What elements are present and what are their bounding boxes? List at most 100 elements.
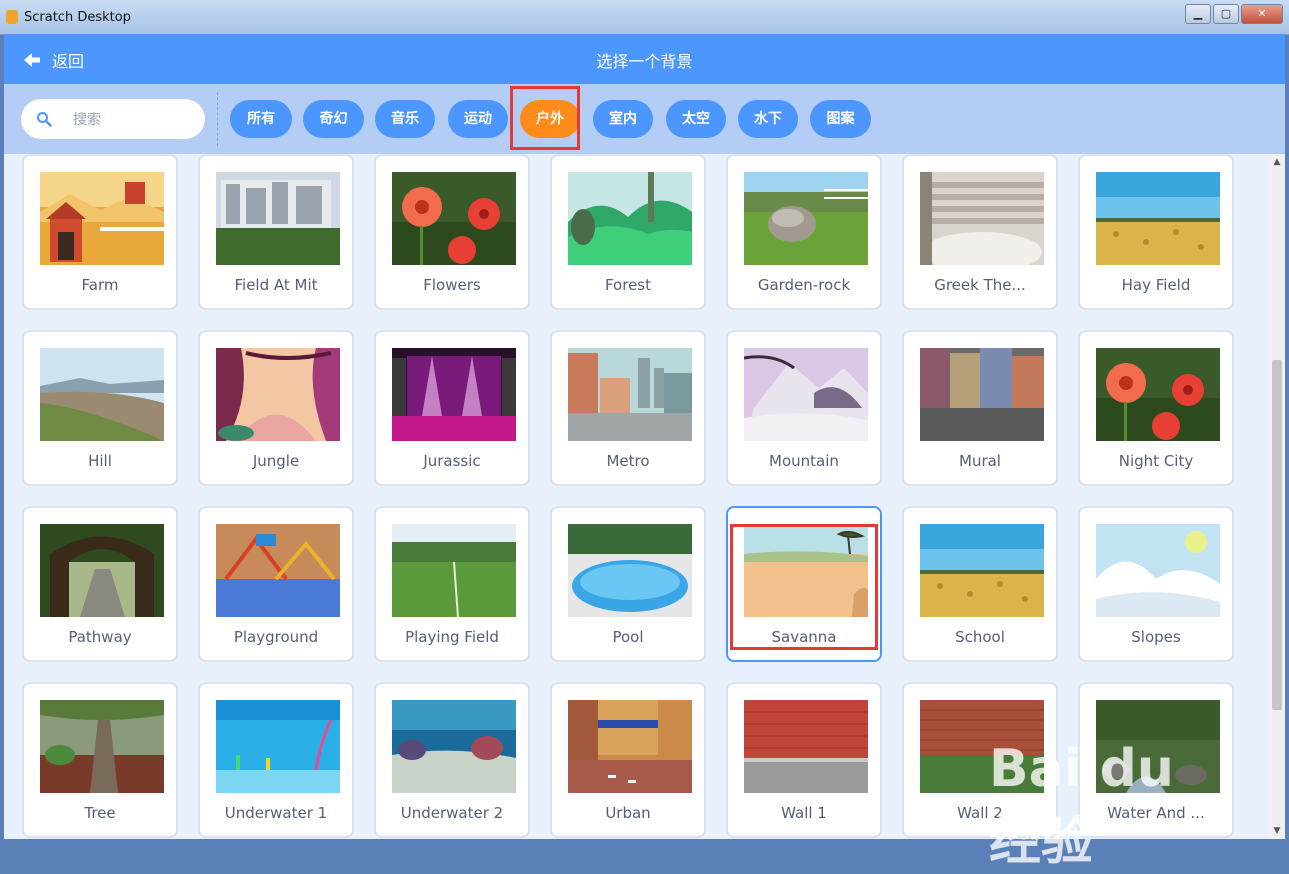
field-at-mit-scene — [216, 172, 340, 265]
backdrop-label: Water And ... — [1107, 804, 1205, 822]
tag-button[interactable]: 奇幻 — [303, 100, 364, 138]
backdrop-thumbnail — [392, 524, 516, 617]
backdrop-thumbnail — [1096, 700, 1220, 793]
scratch-app-icon — [6, 10, 18, 24]
backdrop-card[interactable]: Hill — [22, 330, 178, 486]
backdrop-label: Playing Field — [405, 628, 499, 646]
scrollbar-thumb[interactable] — [1272, 360, 1282, 710]
backdrop-label: Night City — [1118, 452, 1194, 470]
window-title: Scratch Desktop — [24, 10, 131, 25]
backdrop-label: Slopes — [1131, 628, 1181, 646]
backdrop-card[interactable]: Greek The... — [902, 154, 1058, 310]
backdrop-card[interactable]: School — [902, 506, 1058, 662]
backdrop-card[interactable]: Forest — [550, 154, 706, 310]
filter-divider — [217, 92, 218, 146]
backdrop-card[interactable]: Savanna — [726, 506, 882, 662]
hill-scene — [40, 348, 164, 441]
tag-button[interactable]: 室内 — [593, 100, 653, 138]
tag-button[interactable]: 音乐 — [375, 100, 435, 138]
backdrop-card[interactable]: Garden-rock — [726, 154, 882, 310]
mural-scene — [920, 348, 1044, 441]
slopes-scene — [1096, 524, 1220, 617]
backdrop-thumbnail — [216, 524, 340, 617]
tag-button[interactable]: 太空 — [666, 100, 726, 138]
backdrop-card[interactable]: Playing Field — [374, 506, 530, 662]
jungle-scene — [216, 348, 340, 441]
backdrop-thumbnail — [568, 700, 692, 793]
backdrop-label: Jurassic — [423, 452, 481, 470]
water-and-rocks-scene — [1096, 700, 1220, 793]
backdrop-card[interactable]: Pathway — [22, 506, 178, 662]
backdrop-card[interactable]: Jurassic — [374, 330, 530, 486]
search-input[interactable] — [71, 107, 195, 133]
backdrop-card[interactable]: Metro — [550, 330, 706, 486]
backdrop-label: Farm — [81, 276, 119, 294]
backdrop-card[interactable]: Water And ... — [1078, 682, 1234, 838]
backdrop-card[interactable]: Wall 2 — [902, 682, 1058, 838]
playground-scene — [216, 524, 340, 617]
backdrop-card[interactable]: Urban — [550, 682, 706, 838]
backdrop-card[interactable]: Flowers — [374, 154, 530, 310]
backdrop-thumbnail — [568, 172, 692, 265]
tag-button[interactable]: 运动 — [448, 100, 508, 138]
backdrop-thumbnail — [1096, 172, 1220, 265]
savanna-scene — [744, 524, 868, 617]
flowers-scene — [392, 172, 516, 265]
backdrop-card[interactable]: Tree — [22, 682, 178, 838]
backdrop-thumbnail — [920, 172, 1044, 265]
backdrop-card[interactable]: Slopes — [1078, 506, 1234, 662]
scrollbar[interactable]: ▲ ▼ — [1269, 154, 1285, 839]
wall-1-scene — [744, 700, 868, 793]
backdrop-thumbnail — [216, 700, 340, 793]
backdrop-label: Flowers — [423, 276, 481, 294]
tag-highlight-annotation — [510, 86, 580, 150]
backdrop-card[interactable]: Hay Field — [1078, 154, 1234, 310]
maximize-icon[interactable]: ▢ — [1213, 4, 1239, 24]
backdrop-card[interactable]: Playground — [198, 506, 354, 662]
backdrop-card[interactable]: Underwater 2 — [374, 682, 530, 838]
backdrop-thumbnail — [40, 700, 164, 793]
backdrop-label: Greek The... — [934, 276, 1026, 294]
tag-button[interactable]: 图案 — [810, 100, 871, 138]
backdrop-card[interactable]: Jungle — [198, 330, 354, 486]
scroll-down-icon[interactable]: ▼ — [1269, 823, 1285, 839]
title-bar: Scratch Desktop ▁ ▢ ✕ — [0, 0, 1289, 35]
search-box — [21, 99, 205, 139]
tree-scene — [40, 700, 164, 793]
backdrop-label: Underwater 1 — [224, 804, 328, 822]
scroll-up-icon[interactable]: ▲ — [1269, 154, 1285, 170]
backdrop-label: Field At Mit — [234, 276, 318, 294]
backdrop-thumbnail — [1096, 524, 1220, 617]
backdrop-label: Pathway — [68, 628, 132, 646]
backdrop-label: Jungle — [252, 452, 300, 470]
backdrop-card[interactable]: Wall 1 — [726, 682, 882, 838]
farm-scene — [40, 172, 164, 265]
backdrop-card[interactable]: Underwater 1 — [198, 682, 354, 838]
backdrop-card[interactable]: Mountain — [726, 330, 882, 486]
backdrop-card[interactable]: Farm — [22, 154, 178, 310]
underwater-1-scene — [216, 700, 340, 793]
backdrop-label: Garden-rock — [757, 276, 851, 294]
backdrop-label: Wall 1 — [781, 804, 827, 822]
tag-button[interactable]: 所有 — [230, 100, 292, 138]
window-controls: ▁ ▢ ✕ — [1185, 4, 1283, 24]
backdrop-label: Urban — [605, 804, 651, 822]
backdrop-thumbnail — [40, 172, 164, 265]
backdrop-card[interactable]: Mural — [902, 330, 1058, 486]
backdrop-thumbnail — [216, 348, 340, 441]
tag-button[interactable]: 水下 — [738, 100, 798, 138]
backdrop-label: Tree — [84, 804, 116, 822]
backdrop-label: Hay Field — [1121, 276, 1191, 294]
minimize-icon[interactable]: ▁ — [1185, 4, 1211, 24]
pool-scene — [568, 524, 692, 617]
backdrop-card[interactable]: Pool — [550, 506, 706, 662]
backdrop-label: Forest — [604, 276, 652, 294]
backdrop-card[interactable]: Field At Mit — [198, 154, 354, 310]
pathway-scene — [40, 524, 164, 617]
urban-scene — [568, 700, 692, 793]
backdrop-card[interactable]: Night City — [1078, 330, 1234, 486]
backdrop-label: Mural — [959, 452, 1001, 470]
backdrop-label: Savanna — [771, 628, 837, 646]
close-icon[interactable]: ✕ — [1241, 4, 1283, 24]
backdrop-label: Hill — [88, 452, 112, 470]
